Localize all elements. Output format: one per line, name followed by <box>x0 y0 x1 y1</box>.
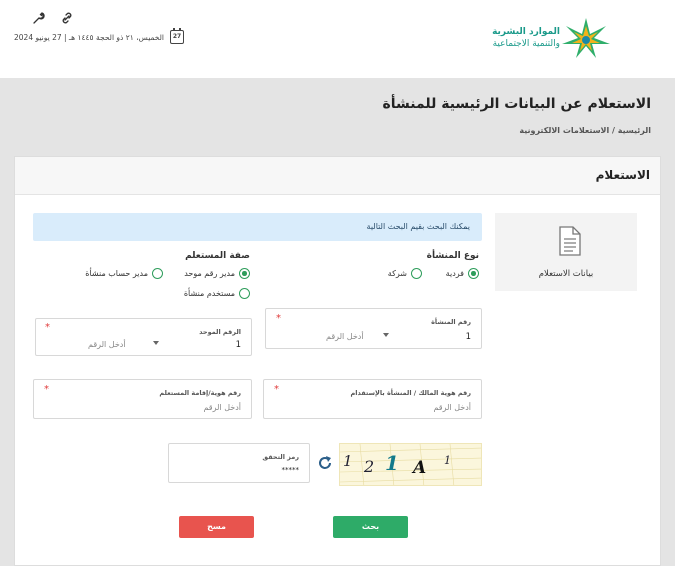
radio-dot[interactable] <box>468 268 479 279</box>
select-value[interactable]: 1 <box>236 340 241 350</box>
date-display: الخميس، ٢١ ذو الحجة ١٤٤٥ هـ | 27 يونيو 2… <box>14 28 185 44</box>
field-label: الرقم الموحد <box>199 328 241 336</box>
unified-number-field[interactable]: * الرقم الموحد 1 أدخل الرقم <box>35 318 252 356</box>
establishment-number-field[interactable]: * رقم المنشأة 1 أدخل الرقم <box>265 308 482 349</box>
breadcrumb[interactable]: الرئيسية / الاستعلامات الالكترونية <box>519 126 651 135</box>
chevron-down-icon[interactable] <box>153 341 159 345</box>
captcha-field[interactable]: رمز التحقق ***** <box>168 443 310 483</box>
radio-individual[interactable]: فردية <box>446 268 479 279</box>
info-text: يمكنك البحث بقيم البحث التالية <box>366 222 470 231</box>
mhrsd-logo-icon <box>562 18 610 58</box>
user-id-field[interactable]: * رقم هوية/إقامة المستعلم أدخل الرقم <box>33 379 252 419</box>
establishment-type-title: نوع المنشأة <box>426 251 479 261</box>
logo-line1: الموارد البشرية <box>492 27 560 37</box>
logo-line2: والتنمية الاجتماعية <box>492 39 560 49</box>
radio-dot[interactable] <box>239 288 250 299</box>
inquiry-card: الاستعلام بيانات الاستعلام يمكنك البحث ب… <box>14 156 661 566</box>
clear-button[interactable]: مسح <box>179 516 254 538</box>
captcha-char: 2 <box>364 457 375 476</box>
refresh-icon[interactable] <box>317 455 333 471</box>
radio-dot[interactable] <box>152 268 163 279</box>
input-placeholder[interactable]: أدخل الرقم <box>326 332 364 341</box>
link-icon[interactable] <box>60 10 74 24</box>
captcha-image: 1 2 1 A 1 <box>339 443 482 486</box>
captcha-noise <box>340 444 481 485</box>
side-tab-inquiry-data[interactable]: بيانات الاستعلام <box>495 213 637 291</box>
captcha-char: 1 <box>444 454 451 467</box>
radio-label: مدير حساب منشأة <box>85 269 148 278</box>
required-star: * <box>276 313 281 324</box>
card-title: الاستعلام <box>595 168 650 182</box>
radio-establishment-user[interactable]: مستخدم منشأة <box>184 288 250 299</box>
info-alert: يمكنك البحث بقيم البحث التالية <box>33 213 482 241</box>
header-tools <box>32 10 74 24</box>
page-title: الاستعلام عن البيانات الرئيسية للمنشأة <box>382 96 651 112</box>
radio-dot[interactable] <box>411 268 422 279</box>
side-tab-label: بيانات الاستعلام <box>538 269 594 279</box>
logo-text: الموارد البشرية والتنمية الاجتماعية <box>480 26 560 50</box>
required-star: * <box>44 384 49 395</box>
input-placeholder[interactable]: أدخل الرقم <box>433 403 471 412</box>
radio-account-manager[interactable]: مدير حساب منشأة <box>85 268 163 279</box>
owner-id-field[interactable]: * رقم هوية المالك / المنشأة بالإستقدام أ… <box>263 379 482 419</box>
radio-label: مدير رقم موحد <box>184 269 235 278</box>
card-header: الاستعلام <box>15 157 660 195</box>
user-role-title: صفة المستعلم <box>185 251 250 261</box>
captcha-input-value[interactable]: ***** <box>282 466 300 474</box>
input-placeholder[interactable]: أدخل الرقم <box>88 340 126 349</box>
captcha-char: 1 <box>343 452 353 470</box>
captcha-char: 1 <box>385 451 399 475</box>
radio-label: مستخدم منشأة <box>183 289 235 298</box>
radio-label: شركة <box>387 269 407 278</box>
calendar-icon: 27 <box>170 28 185 44</box>
field-label: رقم هوية المالك / المنشأة بالإستقدام <box>350 389 471 397</box>
required-star: * <box>45 322 50 333</box>
field-label: رقم المنشأة <box>431 318 471 326</box>
radio-company[interactable]: شركة <box>388 268 422 279</box>
radio-dot[interactable] <box>239 268 250 279</box>
top-header: الموارد البشرية والتنمية الاجتماعية الخم… <box>0 0 675 78</box>
chevron-down-icon[interactable] <box>383 333 389 337</box>
required-star: * <box>274 384 279 395</box>
captcha-char: A <box>413 458 427 478</box>
ministry-logo[interactable]: الموارد البشرية والتنمية الاجتماعية <box>480 16 612 64</box>
radio-unified-number-manager[interactable]: مدير رقم موحد <box>184 268 250 279</box>
select-value[interactable]: 1 <box>466 332 471 342</box>
current-date: الخميس، ٢١ ذو الحجة ١٤٤٥ هـ | 27 يونيو 2… <box>14 32 165 42</box>
radio-label: فردية <box>445 269 464 278</box>
search-button[interactable]: بحث <box>333 516 408 538</box>
input-placeholder[interactable]: أدخل الرقم <box>203 403 241 412</box>
document-icon <box>559 226 581 256</box>
field-label: رقم هوية/إقامة المستعلم <box>159 389 241 397</box>
field-label: رمز التحقق <box>262 453 299 461</box>
wrench-icon[interactable] <box>32 10 46 24</box>
